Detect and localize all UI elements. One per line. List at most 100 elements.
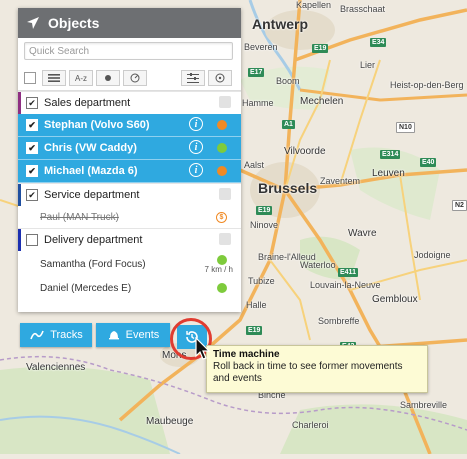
object-checkbox[interactable]: ✔ <box>26 142 38 154</box>
route-shield: E411 <box>338 268 358 277</box>
object-label: Daniel (Mercedes E) <box>40 282 132 294</box>
map-city-label: Jodoigne <box>414 250 451 260</box>
map-city-label: Louvain-la-Neuve <box>310 280 381 290</box>
route-shield: E40 <box>420 158 437 167</box>
group-checkbox[interactable]: ✔ <box>26 189 38 201</box>
info-icon[interactable]: i <box>189 117 203 131</box>
route-shield: A1 <box>282 120 295 129</box>
group-label: Sales department <box>44 97 131 109</box>
map-city-label: Valenciennes <box>26 362 86 373</box>
object-row[interactable]: ✔ Chris (VW Caddy) i <box>18 137 241 160</box>
map-city-label: Heist-op-den-Berg <box>390 80 464 90</box>
map-city-label: Beveren <box>244 42 278 52</box>
map-city-label: Wavre <box>348 228 377 239</box>
panel-toolbar: A-z <box>18 66 241 91</box>
status-dot <box>217 255 227 265</box>
panel-title: Objects <box>48 15 100 31</box>
crosshair-icon <box>215 73 225 83</box>
map-city-label: Braine-l'Alleud <box>258 252 316 262</box>
list-icon <box>48 74 60 82</box>
info-icon[interactable]: i <box>189 140 203 154</box>
tracks-icon <box>30 330 44 340</box>
object-label: Paul (MAN Truck) <box>40 211 119 223</box>
status-dot <box>217 166 227 176</box>
status-dot <box>217 120 227 130</box>
filter-settings-button[interactable] <box>181 70 205 86</box>
map-city-label: Maubeuge <box>146 416 194 427</box>
object-row[interactable]: Samantha (Ford Focus) 7 km / h <box>18 251 241 277</box>
sliders-icon <box>187 73 199 83</box>
map-city-label: Vilvoorde <box>284 146 326 157</box>
group-label: Delivery department <box>44 234 143 246</box>
sort-speed-button[interactable] <box>123 70 147 86</box>
map-city-label: Hamme <box>242 98 274 108</box>
map-city-label: Tubize <box>248 276 275 286</box>
map-city-label: Brasschaat <box>340 4 386 14</box>
object-row[interactable]: Paul (MAN Truck) $ <box>18 206 241 228</box>
route-shield: N2 <box>452 200 467 211</box>
tooltip-description: Roll back in time to see former movement… <box>213 361 403 384</box>
mouse-cursor-icon <box>195 336 211 366</box>
route-shield: E19 <box>256 206 273 215</box>
map-city-label: Kapellen <box>296 0 332 10</box>
map-city-label: Gembloux <box>372 294 418 305</box>
time-machine-tooltip: Time machine Roll back in time to see fo… <box>206 345 428 393</box>
object-row[interactable]: Daniel (Mercedes E) <box>18 277 241 299</box>
quick-search-input[interactable]: Quick Search <box>24 42 233 60</box>
map-city-label: Aalst <box>244 160 265 170</box>
map-city-label: Lier <box>360 60 376 70</box>
map-city-label: Charleroi <box>292 420 329 430</box>
map-city-label: Halle <box>246 300 267 310</box>
map-city-label: Zaventem <box>320 176 361 186</box>
route-shield: E19 <box>246 326 263 335</box>
route-shield: E19 <box>312 44 329 53</box>
bell-icon <box>108 331 119 340</box>
events-button[interactable]: Events <box>96 323 170 347</box>
route-shield: E314 <box>380 150 401 159</box>
object-checkbox[interactable]: ✔ <box>26 165 38 177</box>
object-label: Chris (VW Caddy) <box>44 142 137 154</box>
object-checkbox[interactable]: ✔ <box>26 119 38 131</box>
map-city-label: Ninove <box>250 220 279 230</box>
visibility-toggle-icon[interactable] <box>219 96 231 108</box>
group-checkbox[interactable] <box>26 234 38 246</box>
route-shield: N10 <box>396 122 415 133</box>
group-color-bar <box>18 229 21 251</box>
map-city-label: Antwerp <box>252 16 308 32</box>
info-icon[interactable]: i <box>189 163 203 177</box>
dot-icon <box>105 75 111 81</box>
map-city-label: Mechelen <box>300 96 344 107</box>
visibility-toggle-icon[interactable] <box>219 188 231 200</box>
object-label: Stephan (Volvo S60) <box>44 119 150 131</box>
select-all-checkbox[interactable] <box>24 72 36 84</box>
group-label: Service department <box>44 189 140 201</box>
object-row[interactable]: ✔ Michael (Mazda 6) i <box>18 160 241 183</box>
sort-status-button[interactable] <box>96 70 120 86</box>
object-label: Michael (Mazda 6) <box>44 165 138 177</box>
group-color-bar <box>18 92 21 114</box>
object-row[interactable]: ✔ Stephan (Volvo S60) i <box>18 114 241 137</box>
map-city-label: Sambreville <box>400 400 448 410</box>
group-color-bar <box>18 184 21 206</box>
tooltip-title: Time machine <box>213 349 280 360</box>
group-checkbox[interactable]: ✔ <box>26 97 38 109</box>
panel-header: Objects <box>18 8 241 38</box>
events-label: Events <box>125 329 160 341</box>
map-city-label: Sombreffe <box>318 316 360 326</box>
navigation-arrow-icon[interactable] <box>18 8 48 38</box>
dollar-status-icon: $ <box>216 212 227 223</box>
target-button[interactable] <box>208 70 232 86</box>
group-row-sales[interactable]: ✔ Sales department <box>18 91 241 114</box>
status-dot <box>217 283 227 293</box>
list-view-button[interactable] <box>42 70 66 86</box>
tracks-button[interactable]: Tracks <box>20 323 92 347</box>
map-city-label: Boom <box>276 76 300 86</box>
tracks-label: Tracks <box>50 329 83 341</box>
visibility-toggle-icon[interactable] <box>219 233 231 245</box>
sort-alpha-button[interactable]: A-z <box>69 70 93 86</box>
speed-label: 7 km / h <box>204 265 233 274</box>
group-row-service[interactable]: ✔ Service department <box>18 183 241 206</box>
route-shield: E17 <box>248 68 265 77</box>
map-city-label: Brussels <box>258 180 318 196</box>
group-row-delivery[interactable]: Delivery department <box>18 228 241 251</box>
